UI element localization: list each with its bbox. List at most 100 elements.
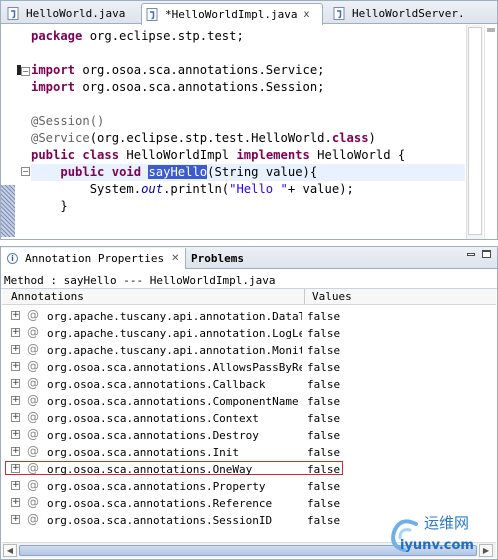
table-row[interactable]: + @ org.osoa.sca.annotations.Destroy false [2, 427, 496, 444]
annotation-name: org.apache.tuscany.api.annotation.LogLev… [47, 327, 302, 340]
code-line: public class HelloWorldImpl implements H… [31, 148, 406, 162]
table-row[interactable]: + @ org.osoa.sca.annotations.AllowsPassByR… [2, 359, 496, 376]
minimize-icon[interactable] [467, 253, 475, 256]
expand-icon[interactable]: + [11, 345, 20, 354]
method-info: Method : sayHello --- HelloWorldImpl.jav… [4, 274, 276, 287]
expand-icon[interactable]: + [11, 379, 20, 388]
annotation-value[interactable]: false [307, 429, 340, 442]
tab-label: Problems [191, 252, 244, 265]
annotation-name: org.osoa.sca.annotations.Context [47, 412, 259, 425]
overview-marker[interactable] [487, 28, 495, 32]
editor-tab-bar: HelloWorld.java *HelloWorldImpl.java x H… [1, 1, 497, 25]
table-row[interactable]: + @ org.osoa.sca.annotations.Reference fals… [2, 495, 496, 512]
annotation-icon: @ [27, 376, 39, 390]
column-divider[interactable] [304, 289, 305, 304]
expand-icon[interactable]: + [11, 413, 20, 422]
annotation-name: org.osoa.sca.annotations.OneWay [47, 463, 253, 476]
close-icon[interactable]: ✕ [171, 253, 179, 264]
info-icon: i [7, 253, 18, 264]
expand-icon[interactable]: + [11, 464, 20, 473]
annotation-icon: @ [27, 359, 39, 373]
annotation-icon: @ [27, 427, 39, 441]
table-row[interactable]: + @ org.apache.tuscany.api.annotation.LogL… [2, 325, 496, 342]
expand-icon[interactable]: + [11, 311, 20, 320]
annotation-name: org.osoa.sca.annotations.Destroy [47, 429, 259, 442]
expand-icon[interactable]: + [11, 498, 20, 507]
code-area[interactable]: package org.eclipse.stp.test; import org… [31, 28, 466, 215]
annotation-value[interactable]: false [307, 310, 340, 323]
annotation-value[interactable]: false [307, 480, 340, 493]
table-row[interactable]: + @ org.apache.tuscany.api.annotation.Moni… [2, 342, 496, 359]
expand-icon[interactable]: + [11, 481, 20, 490]
editor-vertical-scrollbar[interactable] [466, 25, 483, 239]
code-line: System.out.println("Hello "+ value); [31, 182, 354, 196]
annotation-value[interactable]: false [307, 412, 340, 425]
expand-icon[interactable]: + [11, 515, 20, 524]
table-row[interactable]: + @ org.osoa.sca.annotations.Context false [2, 410, 496, 427]
watermark: 运维网 iyunv.com [386, 512, 498, 558]
java-file-icon [333, 7, 346, 20]
table-row[interactable]: + @ org.osoa.sca.annotations.OneWay false [2, 461, 496, 478]
code-line: } [31, 199, 68, 213]
expand-icon[interactable]: + [11, 362, 20, 371]
expand-icon[interactable]: + [11, 430, 20, 439]
table-row[interactable]: + @ org.osoa.sca.annotations.Property false [2, 478, 496, 495]
tab-problems[interactable]: Problems [191, 248, 244, 269]
annotation-icon: @ [27, 444, 39, 458]
annotation-value[interactable]: false [307, 395, 340, 408]
table-row[interactable]: + @ org.apache.tuscany.api.annotation.Data… [2, 308, 496, 325]
annotation-icon: @ [27, 512, 39, 526]
annotation-value[interactable]: false [307, 463, 340, 476]
column-header-values[interactable]: Values [312, 290, 352, 303]
tab-helloworldserver[interactable]: HelloWorldServer. [329, 3, 465, 24]
annotation-icon: @ [27, 325, 39, 339]
annotation-name: org.apache.tuscany.api.annotation.Monito… [47, 344, 302, 357]
fold-toggle-icon[interactable]: − [21, 167, 30, 176]
annotation-value[interactable]: false [307, 514, 340, 527]
annotation-value[interactable]: false [307, 378, 340, 391]
close-icon[interactable]: x [303, 9, 309, 20]
tab-helloworld-java[interactable]: HelloWorld.java [3, 3, 125, 24]
annotation-name: org.osoa.sca.annotations.Callback [47, 378, 266, 391]
expand-icon[interactable]: + [11, 396, 20, 405]
annotation-icon: @ [27, 410, 39, 424]
annotation-icon: @ [27, 461, 39, 475]
annotation-name: org.apache.tuscany.api.annotation.DataTy… [47, 310, 302, 323]
change-ruler [1, 185, 15, 237]
fold-toggle-icon[interactable]: − [21, 67, 30, 76]
scroll-thumb[interactable] [468, 27, 482, 235]
expand-icon[interactable]: + [11, 328, 20, 337]
code-line: public void sayHello(String value){ [60, 165, 318, 179]
java-editor: HelloWorld.java *HelloWorldImpl.java x H… [0, 0, 498, 240]
java-file-icon [7, 7, 20, 20]
table-row[interactable]: + @ org.osoa.sca.annotations.ComponentName… [2, 393, 496, 410]
maximize-icon[interactable] [482, 250, 491, 258]
annotation-value[interactable]: false [307, 446, 340, 459]
expand-icon[interactable]: + [11, 447, 20, 456]
watermark-cn: 运维网 [424, 514, 470, 532]
code-line: package org.eclipse.stp.test; [31, 29, 244, 43]
tab-label: Annotation Properties [25, 252, 165, 265]
annotation-name: org.osoa.sca.annotations.Init [47, 446, 240, 459]
column-header-annotations[interactable]: Annotations [11, 290, 84, 303]
tab-label: HelloWorld.java [26, 7, 126, 20]
annotation-name: org.osoa.sca.annotations.AllowsPassByRef… [47, 361, 302, 374]
editor-gutter [1, 25, 17, 237]
watermark-url: iyunv.com [400, 538, 474, 553]
tab-annotation-properties[interactable]: i Annotation Properties ✕ [1, 248, 186, 269]
annotation-name: org.osoa.sca.annotations.Reference [47, 497, 273, 510]
annotation-value[interactable]: false [307, 361, 340, 374]
scroll-left-arrow-icon[interactable]: ◀ [3, 544, 17, 557]
code-line: @Session() [31, 114, 105, 128]
table-row[interactable]: + @ org.osoa.sca.annotations.Init false [2, 444, 496, 461]
overview-ruler [484, 25, 497, 239]
annotation-value[interactable]: false [307, 344, 340, 357]
tab-helloworldimpl-java[interactable]: *HelloWorldImpl.java x [141, 3, 323, 25]
annotation-value[interactable]: false [307, 327, 340, 340]
view-tab-bar: i Annotation Properties ✕ Problems [1, 247, 497, 269]
annotation-name: org.osoa.sca.annotations.ComponentName [47, 395, 299, 408]
annotation-value[interactable]: false [307, 497, 340, 510]
annotation-icon: @ [27, 308, 39, 322]
table-row[interactable]: + @ org.osoa.sca.annotations.Callback false [2, 376, 496, 393]
